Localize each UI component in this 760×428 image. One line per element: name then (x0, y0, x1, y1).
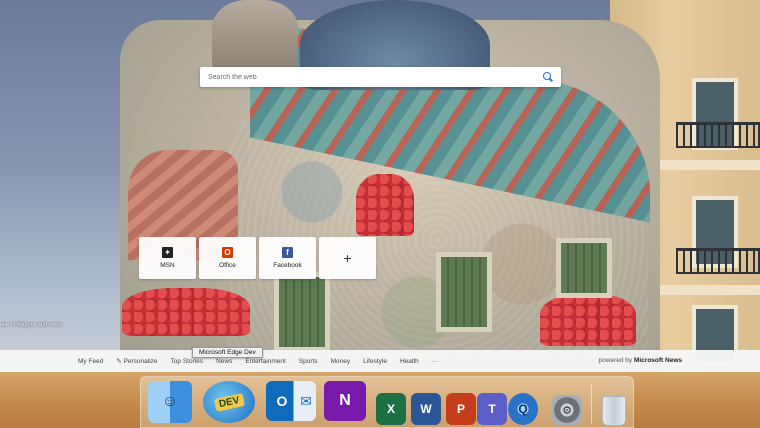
onenote-icon[interactable]: N (324, 381, 366, 421)
dock-tooltip: Microsoft Edge Dev (192, 347, 263, 358)
edge-dev-icon[interactable]: DEV (203, 381, 255, 423)
feed-tab-news[interactable]: News (216, 358, 232, 365)
feed-nav-bar: My Feed ✎ Personalize Top Stories News E… (0, 350, 760, 372)
background-image (0, 0, 760, 372)
msn-icon: ✦ (162, 247, 173, 258)
dock-separator (591, 384, 592, 424)
excel-icon[interactable]: X (376, 393, 406, 425)
word-icon[interactable]: W (411, 393, 441, 425)
tile-facebook[interactable]: f Facebook (259, 237, 316, 279)
feed-tab-sports[interactable]: Sports (299, 358, 318, 365)
powered-by: powered by Microsoft News (599, 357, 682, 364)
pencil-icon: ✎ (116, 358, 122, 365)
edge-dev-badge: DEV (213, 392, 245, 412)
tile-label: MSN (160, 262, 175, 269)
search-input[interactable] (208, 73, 543, 81)
search-icon[interactable] (543, 72, 553, 82)
quicktime-icon[interactable]: Q (508, 393, 538, 425)
trash-icon[interactable] (602, 396, 626, 426)
more-options-icon[interactable]: ··· (432, 358, 439, 365)
search-box[interactable] (200, 67, 561, 87)
feed-tab-personalize[interactable]: ✎ Personalize (116, 357, 157, 365)
add-icon: + (343, 250, 352, 266)
office-icon: O (222, 247, 233, 258)
tile-msn[interactable]: ✦ MSN (139, 237, 196, 279)
envelope-icon: ✉ (300, 392, 312, 409)
tile-label: Facebook (273, 262, 302, 269)
feed-tab-top-stories[interactable]: Top Stories (171, 358, 204, 365)
feed-tab-my-feed[interactable]: My Feed (78, 358, 103, 365)
finder-icon[interactable]: ☺ (148, 381, 192, 423)
feed-tab-entertainment[interactable]: Entertainment (245, 358, 285, 365)
outlook-icon[interactable]: O ✉ (266, 381, 316, 421)
tile-label: Office (219, 262, 236, 269)
feed-tab-lifestyle[interactable]: Lifestyle (363, 358, 387, 365)
feed-tab-label: Personalize (123, 358, 158, 365)
tile-office[interactable]: O Office (199, 237, 256, 279)
top-sites: ✦ MSN O Office f Facebook + (139, 237, 376, 279)
add-tile-button[interactable]: + (319, 237, 376, 279)
feed-tab-health[interactable]: Health (400, 358, 419, 365)
facebook-icon: f (282, 247, 293, 258)
settings-icon[interactable]: ⚙ (552, 395, 582, 425)
microsoft-news-logo: Microsoft News (633, 357, 682, 364)
powered-by-prefix: powered by (598, 357, 633, 364)
background-caption[interactable]: use of dragons and roses (0, 322, 62, 328)
teams-icon[interactable]: T (477, 393, 507, 425)
feed-tab-money[interactable]: Money (331, 358, 351, 365)
powerpoint-icon[interactable]: P (446, 393, 476, 425)
